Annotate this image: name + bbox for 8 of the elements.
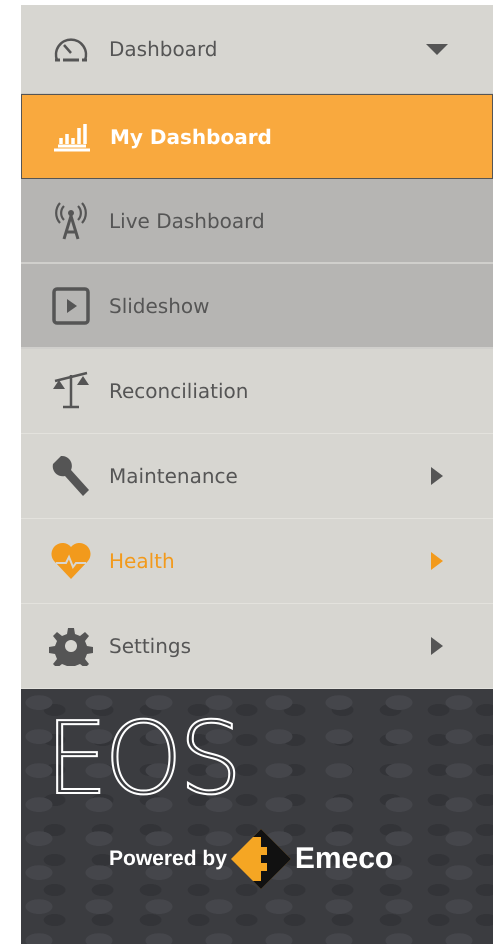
app-logo: EOS [45, 709, 238, 809]
menu-item[interactable]: Maintenance [21, 434, 493, 519]
brand-name: Emeco [294, 842, 394, 876]
submenu-item[interactable]: Live Dashboard [21, 179, 493, 264]
diamond-logo-icon [230, 829, 291, 889]
submenu-item[interactable]: Slideshow [21, 264, 493, 349]
powered-by-text: Powered by [109, 847, 227, 871]
menu-item[interactable]: Reconciliation [21, 349, 493, 434]
